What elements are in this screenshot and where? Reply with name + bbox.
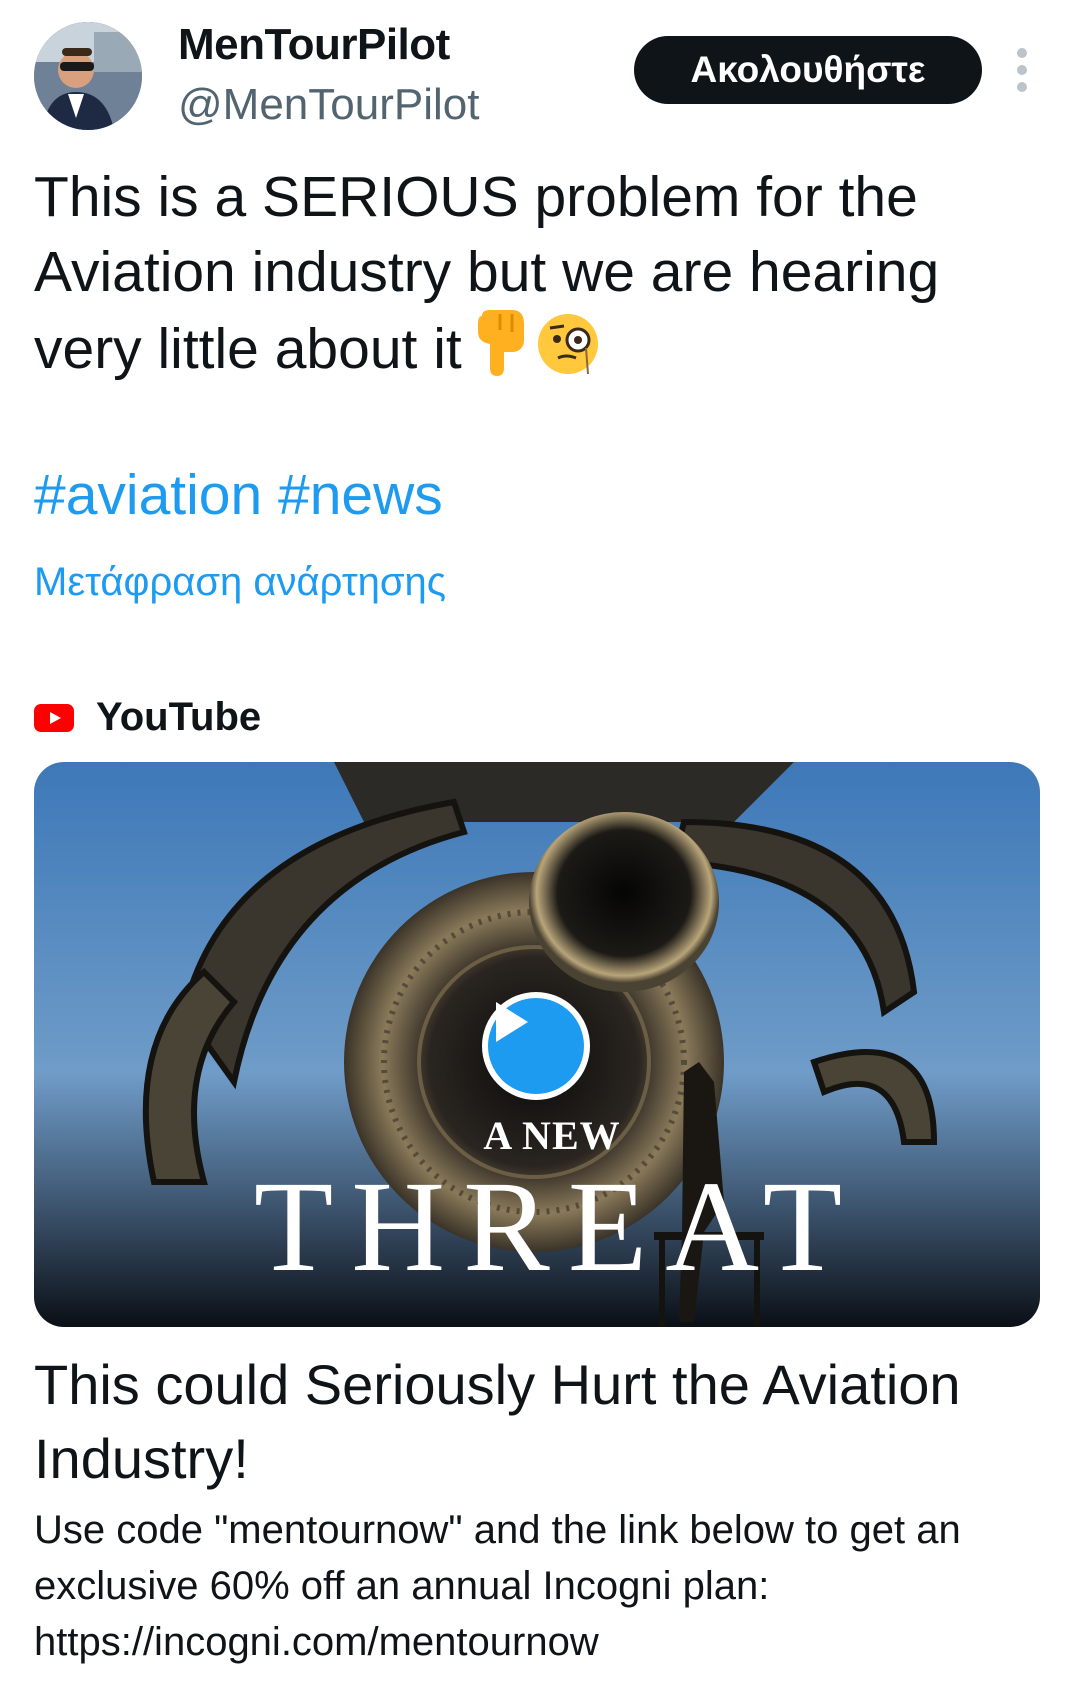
video-thumbnail[interactable]: A NEW THREAT xyxy=(34,762,1040,1327)
monocle-face-emoji-icon xyxy=(536,312,600,395)
more-options-icon[interactable] xyxy=(1010,48,1034,92)
author-handle[interactable]: @MenTourPilot xyxy=(178,80,479,130)
tweet-text: This is a SERIOUS problem for the Aviati… xyxy=(34,160,1034,395)
hashtags: #aviation #news xyxy=(34,462,443,528)
card-source: YouTube xyxy=(34,695,261,740)
follow-button[interactable]: Ακολουθήστε xyxy=(634,36,982,104)
card-description: Use code "mentournow" and the link below… xyxy=(34,1508,961,1664)
hashtag-news[interactable]: #news xyxy=(278,463,443,527)
pointing-down-emoji-icon xyxy=(470,310,528,395)
card-source-label: YouTube xyxy=(96,695,262,739)
hashtag-aviation[interactable]: #aviation xyxy=(34,463,262,527)
author-display-name[interactable]: MenTourPilot xyxy=(178,20,450,70)
youtube-icon xyxy=(34,703,74,732)
play-icon[interactable] xyxy=(482,992,590,1100)
thumbnail-caption-big: THREAT xyxy=(253,1155,861,1299)
card-title[interactable]: This could Seriously Hurt the Aviation I… xyxy=(34,1348,1014,1496)
avatar[interactable] xyxy=(34,22,142,130)
translate-post-link[interactable]: Μετάφραση ανάρτησης xyxy=(34,560,446,605)
